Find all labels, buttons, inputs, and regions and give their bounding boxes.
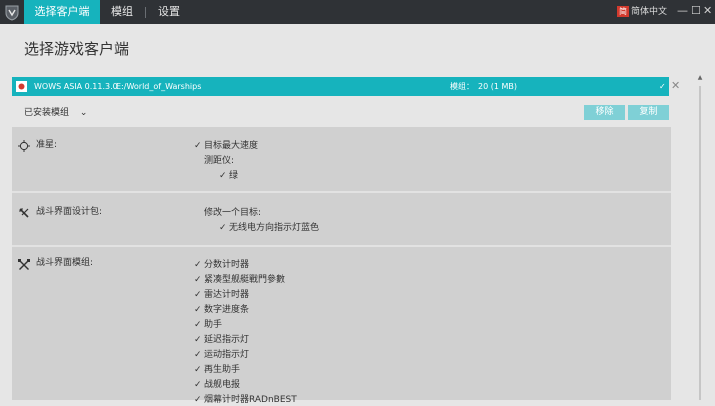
crossed-tools-icon [18, 259, 30, 270]
mods-count-label: 模组： [450, 82, 474, 91]
list-item: ✓ 烟幕计时器RADnBEST [194, 395, 297, 405]
tab-mods[interactable]: 模组 [111, 0, 133, 24]
check-icon: ✓ [219, 223, 227, 233]
check-icon: ✓ [194, 380, 202, 390]
list-item: ✓ 延迟指示灯 [194, 335, 250, 345]
scrollbar-track[interactable] [699, 86, 701, 400]
scrollbar[interactable]: ▲ [696, 74, 704, 400]
check-icon: ✓ [194, 350, 202, 360]
check-icon: ✓ [219, 171, 227, 181]
list-item: ✓ 无线电方向指示灯蓝色 [219, 223, 320, 233]
page-title: 选择游戏客户端 [24, 40, 130, 58]
crosshair-icon [18, 140, 30, 152]
maximize-button[interactable]: ☐ [691, 4, 701, 18]
tab-settings[interactable]: 设置 [158, 0, 180, 24]
list-item: ✓ 战舰电报 [194, 380, 241, 390]
check-icon: ✓ [194, 335, 202, 345]
close-button[interactable]: ✕ [703, 4, 712, 18]
list-item: ✓ 运动指示灯 [194, 350, 250, 360]
list-item: ✓ 助手 [194, 320, 223, 330]
minimize-button[interactable]: — [677, 4, 688, 18]
list-item: ✓ 绿 [219, 171, 239, 181]
check-icon: ✓ [194, 260, 202, 270]
mods-panel: 准星: ✓ 目标最大速度 测距仪: ✓ 绿 战斗界面设计包: 修改一个目标: ✓ 无线… [12, 127, 671, 405]
tab-divider [145, 7, 146, 18]
chevron-down-icon: ⌄ [79, 108, 88, 118]
section-title-crosshair: 准星: [36, 140, 58, 150]
language-flag-icon: 简 [617, 6, 629, 17]
check-icon: ✓ [194, 320, 202, 330]
mods-count-value: 20 (1 MB) [478, 82, 517, 91]
check-icon: ✓ [194, 365, 202, 375]
check-icon: ✓ [194, 141, 202, 151]
check-icon: ✓ [194, 275, 202, 285]
section-title-battle-design: 战斗界面设计包: [36, 207, 103, 217]
client-name: WOWS ASIA 0.11.3.0 [34, 82, 118, 91]
section-divider [12, 191, 671, 193]
check-icon: ✓ [194, 395, 202, 405]
installed-mods-dropdown[interactable]: 已安装模组 ⌄ [24, 106, 87, 120]
client-row[interactable]: WOWS ASIA 0.11.3.0 E:/World_of_Warships … [12, 77, 669, 96]
list-item: 修改一个目标: [204, 208, 262, 218]
check-icon: ✓ [194, 290, 202, 300]
remove-button[interactable]: 移除 [584, 105, 625, 120]
tools-icon [19, 208, 29, 218]
language-selector[interactable]: 简简体中文 [617, 5, 667, 19]
check-icon: ✓ [194, 305, 202, 315]
list-item: ✓ 数字进度条 [194, 305, 250, 315]
list-item: ✓ 紧凑型舰艇戰門參數 [194, 275, 286, 285]
tab-select-client[interactable]: 选择客户端 [24, 0, 100, 24]
remove-client-icon[interactable]: ✕ [671, 80, 680, 92]
scroll-up-icon[interactable]: ▲ [696, 74, 704, 82]
section-title-battle-mods: 战斗界面模组: [36, 258, 94, 268]
list-item: ✓ 雷达计时器 [194, 290, 250, 300]
client-flag-icon [16, 81, 27, 92]
list-item: 测距仪: [204, 156, 235, 166]
app-logo-icon [5, 5, 19, 21]
list-item: ✓ 再生助手 [194, 365, 241, 375]
section-divider [12, 245, 671, 247]
list-item: ✓ 分数计时器 [194, 260, 250, 270]
installed-mods-label: 已安装模组 [24, 108, 70, 118]
list-item: ✓ 目标最大速度 [194, 141, 259, 151]
copy-button[interactable]: 复制 [628, 105, 669, 120]
check-icon: ✓ [659, 82, 666, 91]
title-bar: 选择客户端 模组 设置 简简体中文 — ☐ ✕ [0, 0, 715, 24]
client-path: E:/World_of_Warships [116, 82, 202, 91]
language-label: 简体中文 [631, 7, 668, 17]
